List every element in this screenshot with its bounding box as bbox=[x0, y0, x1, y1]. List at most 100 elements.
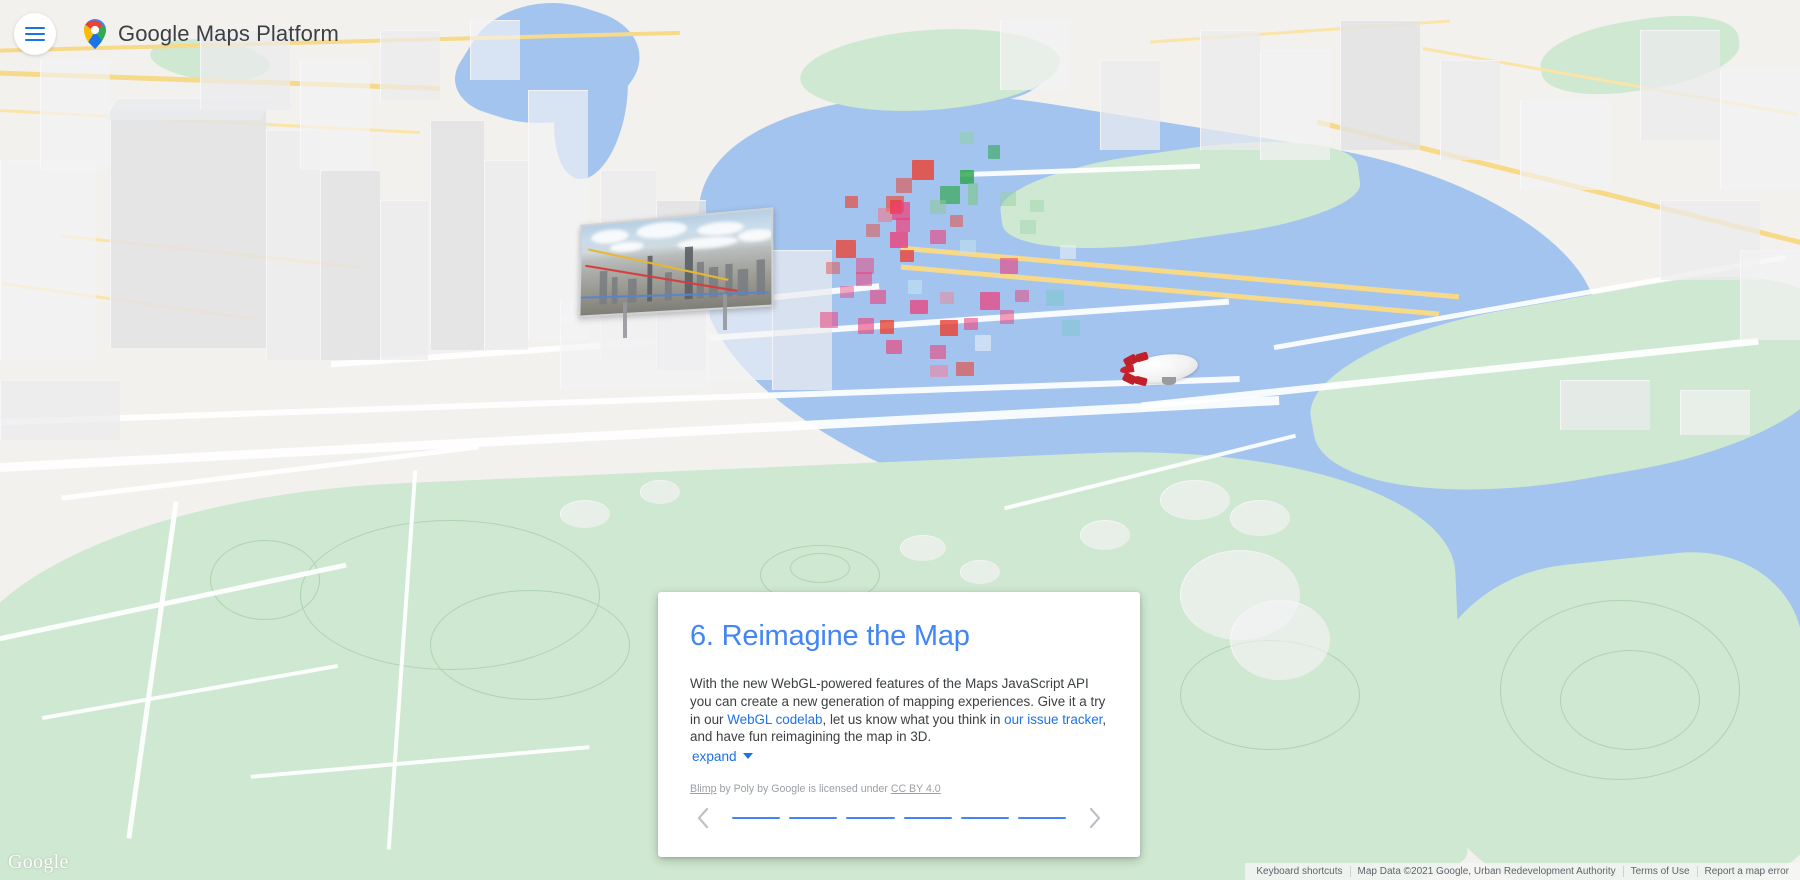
step-indicator-6[interactable] bbox=[1017, 816, 1067, 820]
park-path bbox=[430, 590, 630, 700]
data-marker[interactable] bbox=[930, 345, 946, 359]
data-marker[interactable] bbox=[930, 230, 946, 244]
data-marker[interactable] bbox=[900, 250, 914, 262]
menu-icon bbox=[25, 24, 45, 45]
data-marker[interactable] bbox=[880, 320, 894, 334]
brand-title: Google Maps Platform bbox=[118, 21, 339, 46]
step-indicator-1[interactable] bbox=[732, 816, 781, 820]
prev-step-button[interactable] bbox=[690, 805, 716, 831]
data-marker[interactable] bbox=[1000, 192, 1016, 206]
building-3d bbox=[1440, 60, 1500, 160]
data-marker[interactable] bbox=[845, 196, 858, 208]
map-footer: Keyboard shortcuts Map Data ©2021 Google… bbox=[1245, 863, 1800, 880]
step-progress-track bbox=[726, 816, 1072, 820]
blimp-3d-model[interactable] bbox=[1118, 350, 1200, 387]
data-marker[interactable] bbox=[1020, 220, 1036, 234]
google-maps-pin-logo bbox=[82, 18, 108, 50]
license-link[interactable]: CC BY 4.0 bbox=[891, 783, 941, 795]
building-3d bbox=[1520, 100, 1610, 190]
building-3d bbox=[1000, 20, 1070, 90]
data-marker[interactable] bbox=[896, 218, 910, 232]
data-marker[interactable] bbox=[960, 170, 974, 184]
data-marker[interactable] bbox=[908, 280, 922, 294]
data-marker[interactable] bbox=[1060, 245, 1076, 259]
tree-canopy bbox=[1160, 480, 1230, 520]
building-3d bbox=[1200, 30, 1260, 150]
info-card: 6. Reimagine the Map With the new WebGL-… bbox=[658, 592, 1140, 857]
chevron-down-icon bbox=[742, 753, 753, 760]
data-marker[interactable] bbox=[840, 286, 854, 298]
billboard-3d-model[interactable] bbox=[575, 207, 774, 338]
data-marker[interactable] bbox=[975, 335, 991, 351]
data-marker[interactable] bbox=[826, 262, 840, 274]
data-marker[interactable] bbox=[896, 178, 912, 193]
data-marker[interactable] bbox=[890, 232, 908, 248]
building-3d bbox=[1100, 60, 1160, 150]
data-marker[interactable] bbox=[856, 272, 872, 286]
expand-button[interactable]: expand bbox=[692, 749, 753, 764]
data-marker[interactable] bbox=[940, 292, 954, 304]
park-path bbox=[790, 553, 850, 583]
step-indicator-5[interactable] bbox=[960, 816, 1009, 820]
data-marker[interactable] bbox=[930, 365, 948, 377]
data-marker[interactable] bbox=[870, 290, 886, 304]
data-marker[interactable] bbox=[950, 215, 963, 227]
building-3d bbox=[484, 160, 528, 350]
building-3d bbox=[380, 30, 440, 100]
data-marker[interactable] bbox=[910, 300, 928, 314]
data-marker[interactable] bbox=[1000, 310, 1014, 324]
building-3d bbox=[110, 108, 266, 348]
data-marker[interactable] bbox=[956, 362, 974, 376]
brand[interactable]: Google Maps Platform bbox=[82, 18, 339, 50]
data-marker[interactable] bbox=[836, 240, 856, 258]
keyboard-shortcuts-button[interactable]: Keyboard shortcuts bbox=[1249, 866, 1349, 877]
next-step-button[interactable] bbox=[1082, 805, 1108, 831]
building-3d bbox=[1260, 50, 1330, 160]
attribution-middle-text: by Poly by Google is licensed under bbox=[716, 782, 891, 795]
issue-tracker-link[interactable]: our issue tracker bbox=[1004, 712, 1102, 727]
card-body: With the new WebGL-powered features of t… bbox=[690, 675, 1108, 745]
webgl-codelab-link[interactable]: WebGL codelab bbox=[727, 712, 822, 727]
data-marker[interactable] bbox=[988, 145, 1000, 159]
tree-canopy bbox=[1080, 520, 1130, 550]
building-3d bbox=[1680, 390, 1750, 435]
data-marker[interactable] bbox=[1000, 258, 1018, 274]
tree-canopy bbox=[960, 560, 1000, 584]
card-body-part-2: , let us know what you think in bbox=[822, 711, 1005, 727]
billboard-screen bbox=[578, 207, 774, 318]
data-marker[interactable] bbox=[1062, 320, 1080, 336]
data-marker[interactable] bbox=[886, 340, 902, 354]
building-3d bbox=[0, 160, 96, 360]
data-marker[interactable] bbox=[968, 183, 978, 205]
data-marker[interactable] bbox=[930, 200, 946, 214]
step-indicator-4[interactable] bbox=[903, 816, 952, 820]
data-marker[interactable] bbox=[964, 318, 978, 330]
blimp-attribution-link[interactable]: Blimp bbox=[690, 783, 717, 795]
tree-canopy bbox=[1230, 500, 1290, 536]
menu-button[interactable] bbox=[14, 13, 56, 55]
data-marker[interactable] bbox=[912, 160, 934, 180]
building-3d bbox=[1720, 70, 1800, 190]
building-3d bbox=[1560, 380, 1650, 430]
data-marker[interactable] bbox=[1015, 290, 1029, 302]
data-marker[interactable] bbox=[866, 224, 880, 237]
data-marker[interactable] bbox=[1030, 200, 1044, 212]
step-indicator-3[interactable] bbox=[846, 816, 895, 820]
app-root: Google Maps Platform 6. Reimagine the Ma… bbox=[0, 0, 1800, 880]
google-watermark: Google bbox=[8, 851, 69, 873]
app-header: Google Maps Platform bbox=[0, 0, 339, 68]
data-marker[interactable] bbox=[940, 320, 958, 336]
data-marker[interactable] bbox=[1046, 290, 1064, 306]
building-3d bbox=[300, 60, 370, 170]
building-3d bbox=[1340, 20, 1420, 150]
data-marker[interactable] bbox=[858, 318, 874, 334]
data-marker[interactable] bbox=[960, 132, 974, 144]
report-map-error-link[interactable]: Report a map error bbox=[1698, 866, 1796, 877]
step-indicator-2[interactable] bbox=[789, 816, 838, 820]
terms-of-use-link[interactable]: Terms of Use bbox=[1624, 866, 1697, 877]
data-marker[interactable] bbox=[820, 312, 838, 328]
building-3d bbox=[320, 170, 380, 360]
data-marker[interactable] bbox=[960, 240, 976, 254]
data-marker[interactable] bbox=[980, 292, 1000, 310]
card-navigation bbox=[690, 805, 1108, 831]
